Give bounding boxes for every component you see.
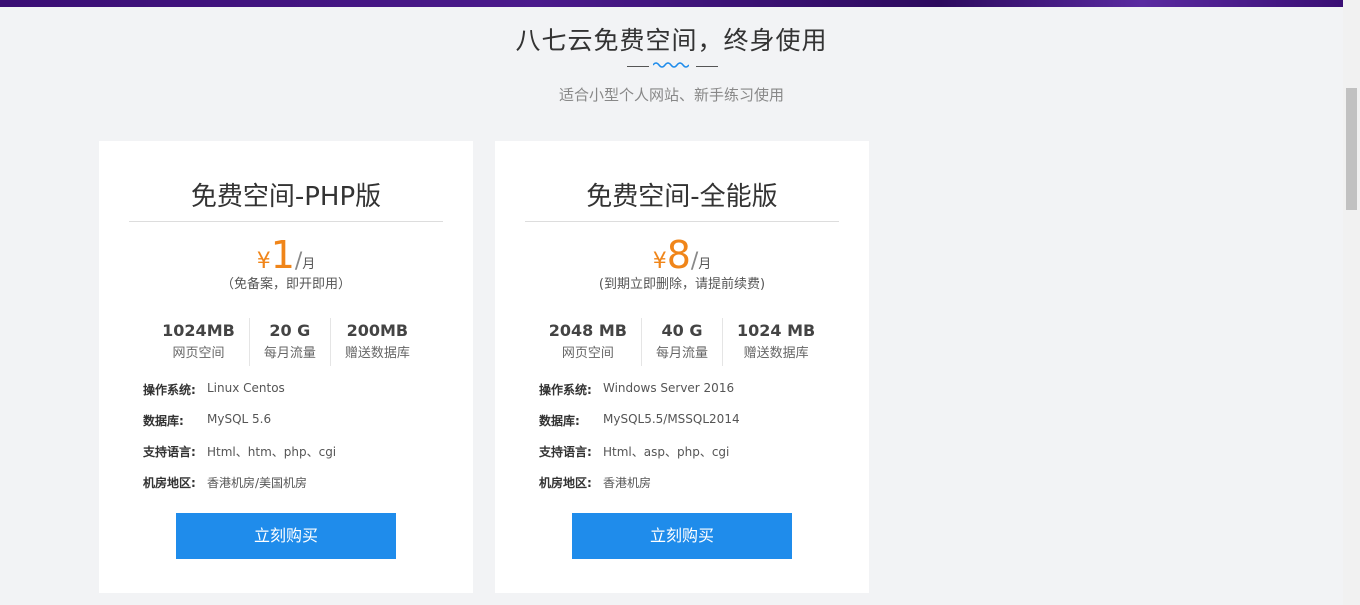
spec-list: 1024MB 网页空间 20 G 每月流量 200MB 赠送数据库 [129,318,443,366]
spec-value: 2048 MB [548,321,627,340]
spec-label: 每月流量 [655,346,708,361]
price-unit: 月 [302,257,316,272]
spec-list: 2048 MB 网页空间 40 G 每月流量 1024 MB 赠送数据库 [525,318,839,366]
currency-symbol: ¥ [256,249,271,274]
detail-value: Html、asp、php、cgi [603,445,730,459]
deco-line-right [696,66,718,67]
detail-key: 支持语言: [143,445,196,459]
buy-button-allinone[interactable]: 立刻购买 [572,513,792,559]
detail-value: 香港机房/美国机房 [207,476,308,490]
spec-item: 200MB 赠送数据库 [331,318,424,366]
page-scrollbar[interactable] [1343,0,1360,605]
deco-line-left [627,66,649,67]
divider [129,221,443,222]
spec-item: 1024MB 网页空间 [148,318,250,366]
detail-key: 机房地区: [539,476,592,490]
detail-value: Linux Centos [207,381,285,395]
section-subtitle: 适合小型个人网站、新手练习使用 [558,86,784,104]
spec-item: 40 G 每月流量 [642,318,723,366]
spec-label: 每月流量 [263,346,316,361]
detail-row-db: 数据库: MySQL5.5/MSSQL2014 [539,412,839,443]
spec-label: 赠送数据库 [344,346,410,361]
scrollbar-thumb[interactable] [1346,88,1357,210]
detail-key: 操作系统: [539,383,592,397]
spec-item: 20 G 每月流量 [250,318,331,366]
section-title: 八七云免费空间，终身使用 [515,26,828,55]
detail-key: 支持语言: [539,445,592,459]
plan-title: 免费空间-PHP版 [190,182,382,212]
top-banner [0,0,1343,7]
currency-symbol: ¥ [652,249,667,274]
plan-title: 免费空间-全能版 [586,182,778,212]
detail-value: Html、htm、php、cgi [207,445,337,459]
detail-row-db: 数据库: MySQL 5.6 [143,412,443,443]
detail-key: 数据库: [539,414,580,428]
price-amount: 8 [666,233,691,277]
plan-card-php: 免费空间-PHP版 ¥1/月 （免备案，即开即用） 1024MB 网页空间 20… [99,141,473,593]
detail-list: 操作系统: Linux Centos 数据库: MySQL 5.6 支持语言: … [143,381,443,505]
price-unit: 月 [698,257,712,272]
spec-value: 200MB [346,321,409,340]
spec-item: 2048 MB 网页空间 [535,318,642,366]
spec-value: 40 G [661,321,703,340]
spec-item: 1024 MB 赠送数据库 [723,318,829,366]
spec-label: 网页空间 [172,346,225,361]
detail-key: 机房地区: [143,476,196,490]
divider [525,221,839,222]
detail-row-region: 机房地区: 香港机房/美国机房 [143,474,443,505]
spec-value: 1024 MB [737,321,816,340]
plan-card-allinone: 免费空间-全能版 ¥8/月 (到期立即删除，请提前续费) 2048 MB 网页空… [495,141,869,593]
spec-label: 赠送数据库 [743,346,809,361]
detail-value: MySQL 5.6 [207,412,272,426]
detail-row-region: 机房地区: 香港机房 [539,474,839,505]
price-amount: 1 [270,233,295,277]
detail-list: 操作系统: Windows Server 2016 数据库: MySQL5.5/… [539,381,839,505]
detail-key: 操作系统: [143,383,196,397]
detail-value: MySQL5.5/MSSQL2014 [603,412,740,426]
buy-button-php[interactable]: 立刻购买 [176,513,396,559]
title-decoration [0,60,1343,74]
spec-label: 网页空间 [561,346,614,361]
price-note: (到期立即删除，请提前续费) [598,277,766,292]
detail-value: Windows Server 2016 [603,381,735,395]
detail-key: 数据库: [143,414,184,428]
detail-value: 香港机房 [603,476,652,490]
wave-icon [653,62,689,68]
detail-row-os: 操作系统: Windows Server 2016 [539,381,839,412]
detail-row-os: 操作系统: Linux Centos [143,381,443,412]
detail-row-lang: 支持语言: Html、asp、php、cgi [539,443,839,474]
spec-value: 20 G [269,321,311,340]
detail-row-lang: 支持语言: Html、htm、php、cgi [143,443,443,474]
spec-value: 1024MB [162,321,235,340]
price-note: （免备案，即开即用） [220,277,351,292]
section-heading: 八七云免费空间，终身使用 适合小型个人网站、新手练习使用 [0,24,1343,105]
